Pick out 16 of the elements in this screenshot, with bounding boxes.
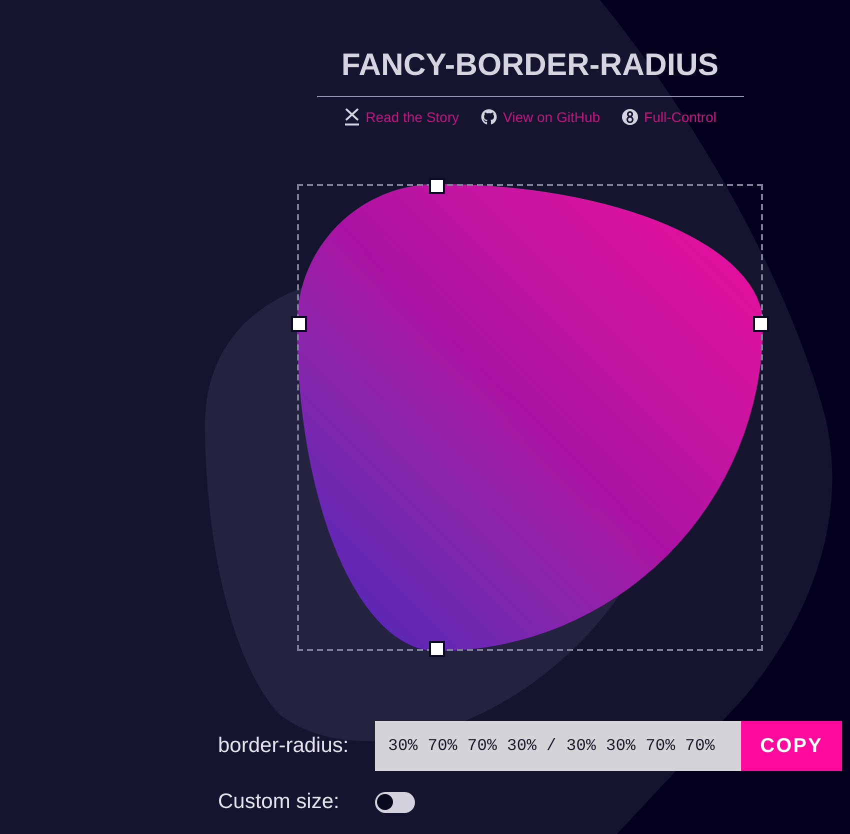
cross-underline-icon (344, 108, 360, 126)
resize-handle[interactable] (753, 316, 769, 332)
github-link[interactable]: View on GitHub (481, 107, 600, 127)
custom-size-toggle[interactable] (375, 792, 415, 812)
figure-eight-circle-icon (622, 109, 638, 125)
field-label: Custom size: (218, 789, 340, 815)
copy-button[interactable]: COPY (741, 721, 842, 771)
field-label: border-radius: (218, 733, 350, 759)
story-link[interactable]: Read the Story (344, 107, 459, 127)
resize-handle[interactable] (428, 178, 445, 194)
full-control-link[interactable]: Full-Control (622, 107, 716, 127)
css-value-field[interactable]: 30% 70% 70% 30% / 30% 30% 70% 70% (375, 721, 741, 771)
resize-handle[interactable] (291, 316, 307, 332)
resize-handle[interactable] (428, 641, 445, 657)
github-icon (481, 109, 497, 125)
app-title: FANCY-BORDER-RADIUS (341, 47, 719, 83)
